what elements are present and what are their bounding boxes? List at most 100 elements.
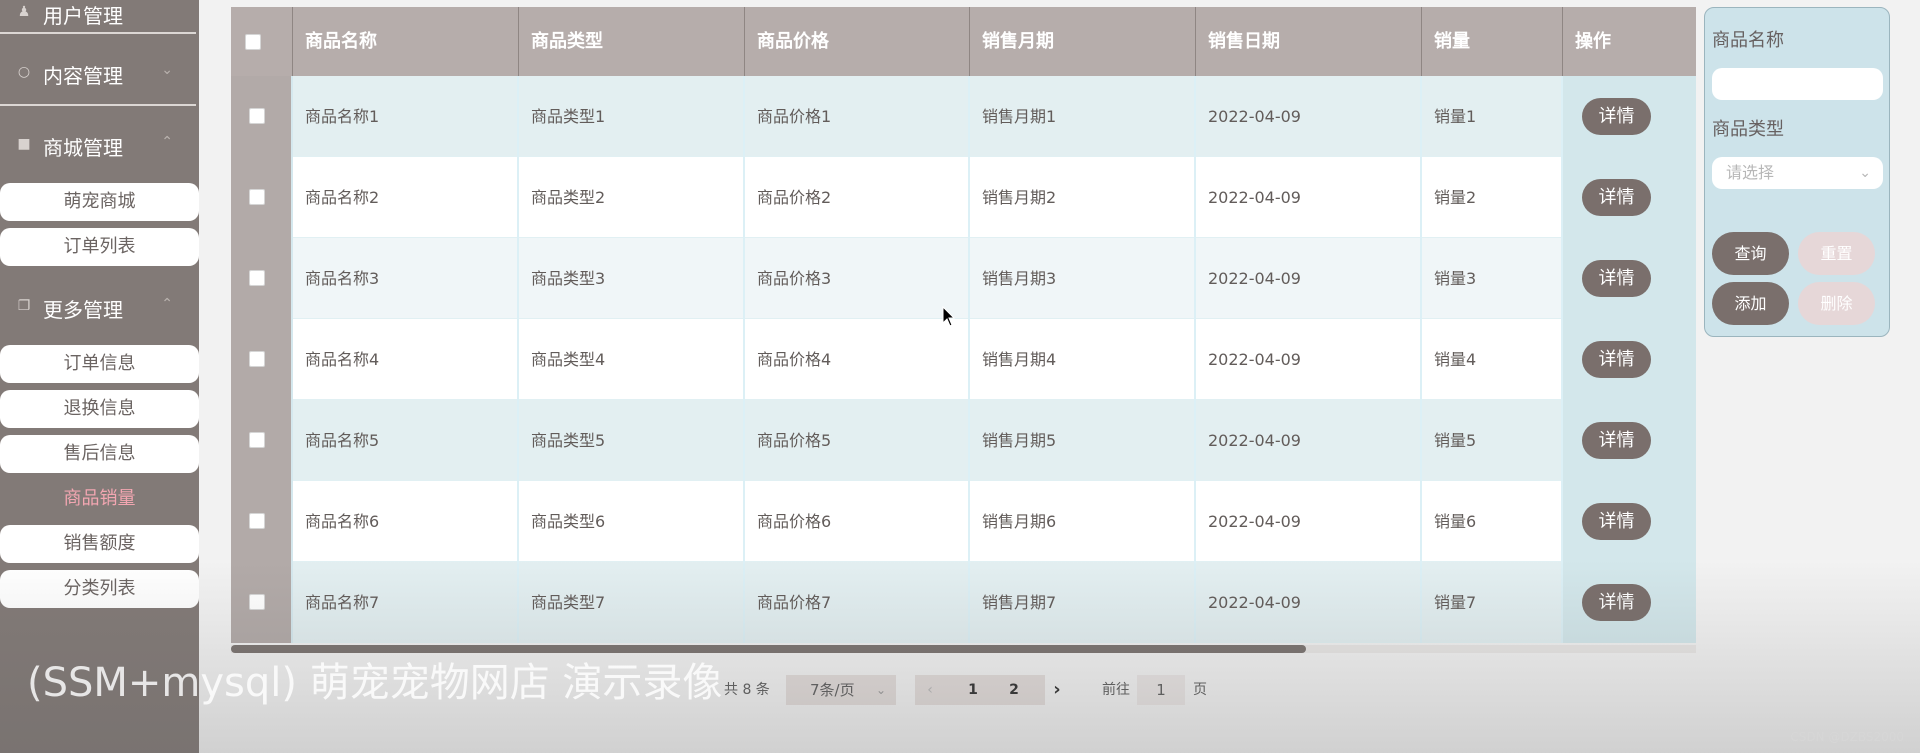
menu-group-label: 商城管理 [43,136,123,160]
column-header-sales[interactable]: 销量 [1422,7,1563,76]
table-row[interactable]: 商品名称3 商品类型3 商品价格3 销售月期3 2022-04-09 销量3 详情 [231,238,1696,319]
goto-page-input[interactable]: 1 [1137,675,1185,705]
cell-name: 商品名称1 [293,76,519,157]
column-header-date[interactable]: 销售日期 [1196,7,1422,76]
cell-action: 详情 [1563,76,1696,157]
cell-month: 销售月期7 [970,562,1196,643]
cell-type: 商品类型1 [519,76,745,157]
cell-date: 2022-04-09 [1196,319,1422,400]
page-size-select[interactable]: 7条/页 ⌄ [786,675,896,705]
row-checkbox[interactable] [249,270,265,286]
data-table: 商品名称 商品类型 商品价格 销售月期 销售日期 销量 操作 商品名称1 商品类型… [231,7,1696,645]
row-checkbox[interactable] [249,513,265,529]
csdn-watermark: CSDN @DZBS2000 [1790,730,1904,744]
cell-name: 商品名称7 [293,562,519,643]
cell-sales: 销量7 [1422,562,1563,643]
table-row[interactable]: 商品名称5 商品类型5 商品价格5 销售月期5 2022-04-09 销量5 详情 [231,400,1696,481]
column-header-action: 操作 [1575,31,1611,52]
delete-button[interactable]: 删除 [1798,282,1875,325]
sidebar-item-order-info[interactable]: 订单信息 [0,345,199,383]
reset-button[interactable]: 重置 [1798,232,1875,275]
product-name-input[interactable] [1712,68,1883,100]
copy-icon: ❐ [17,298,31,314]
cell-action: 详情 [1563,562,1696,643]
sidebar-item-category-list[interactable]: 分类列表 [0,570,199,608]
menu-group-label: 更多管理 [43,298,123,322]
cell-date: 2022-04-09 [1196,481,1422,562]
detail-button[interactable]: 详情 [1582,422,1651,459]
row-select-cell [231,157,293,238]
search-panel: 商品名称 商品类型 请选择 ⌄ 查询 重置 添加 删除 [1704,7,1890,337]
goto-suffix: 页 [1193,682,1207,698]
row-checkbox[interactable] [249,351,265,367]
query-button[interactable]: 查询 [1712,232,1789,275]
product-type-select[interactable]: 请选择 ⌄ [1712,157,1883,189]
column-header-type[interactable]: 商品类型 [519,7,745,76]
sidebar-item-aftersale-info[interactable]: 售后信息 [0,435,199,473]
cell-sales: 销量2 [1422,157,1563,238]
table-row[interactable]: 商品名称6 商品类型6 商品价格6 销售月期6 2022-04-09 销量6 详情 [231,481,1696,562]
cell-month: 销售月期3 [970,238,1196,319]
select-all-checkbox[interactable] [245,34,261,50]
cell-price: 商品价格7 [745,562,970,643]
detail-button[interactable]: 详情 [1582,260,1651,297]
table-row[interactable]: 商品名称7 商品类型7 商品价格7 销售月期7 2022-04-09 销量7 详情 [231,562,1696,643]
cell-price: 商品价格4 [745,319,970,400]
user-icon: ♟ [17,4,31,20]
cell-date: 2022-04-09 [1196,562,1422,643]
menu-group-shop[interactable]: ■ 商城管理 ⌃ [0,110,199,180]
cell-price: 商品价格2 [745,157,970,238]
row-checkbox[interactable] [249,189,265,205]
cell-action: 详情 [1563,481,1696,562]
detail-button[interactable]: 详情 [1582,584,1651,621]
detail-button[interactable]: 详情 [1582,179,1651,216]
row-checkbox[interactable] [249,108,265,124]
cell-type: 商品类型3 [519,238,745,319]
menu-divider [0,32,196,34]
menu-group-content[interactable]: ○ 内容管理 ⌄ [0,38,199,108]
table-row[interactable]: 商品名称2 商品类型2 商品价格2 销售月期2 2022-04-09 销量2 详情 [231,157,1696,238]
cell-action: 详情 [1563,157,1696,238]
row-select-cell [231,238,293,319]
row-checkbox[interactable] [249,594,265,610]
row-checkbox[interactable] [249,432,265,448]
page-1-button[interactable]: 1 [954,675,992,705]
row-select-cell [231,481,293,562]
sidebar-item-product-sales[interactable]: 商品销量 [0,480,199,518]
column-header-name[interactable]: 商品名称 [293,7,519,76]
chevron-down-icon: ⌄ [875,683,886,697]
goto-label: 前往 [1102,682,1130,698]
sidebar: ♟ 用户管理 ○ 内容管理 ⌄ ■ 商城管理 ⌃ 萌宠商城 订单列表 ❐ 更多管… [0,0,199,753]
table-row[interactable]: 商品名称4 商品类型4 商品价格4 销售月期4 2022-04-09 销量4 详情 [231,319,1696,400]
row-select-cell [231,319,293,400]
select-all-header [231,7,293,76]
sidebar-item-return-info[interactable]: 退换信息 [0,390,199,428]
cell-action: 详情 [1563,319,1696,400]
menu-group-label: 内容管理 [43,64,123,88]
menu-group-more[interactable]: ❐ 更多管理 ⌃ [0,272,199,342]
sidebar-item-sales-amount[interactable]: 销售额度 [0,525,199,563]
cell-month: 销售月期4 [970,319,1196,400]
column-header-price[interactable]: 商品价格 [745,7,970,76]
add-button[interactable]: 添加 [1712,282,1789,325]
chevron-left-icon[interactable]: ‹ [911,675,949,705]
cell-price: 商品价格3 [745,238,970,319]
table-header: 商品名称 商品类型 商品价格 销售月期 销售日期 销量 操作 [231,7,1696,76]
video-watermark: (SSM+mysql) 萌宠宠物网店 演示录像 [27,660,723,706]
detail-button[interactable]: 详情 [1582,503,1651,540]
cell-month: 销售月期6 [970,481,1196,562]
page-2-button[interactable]: 2 [995,675,1033,705]
chevron-down-icon: ⌄ [1859,165,1871,181]
cell-date: 2022-04-09 [1196,400,1422,481]
sidebar-item-pet-shop[interactable]: 萌宠商城 [0,183,199,221]
detail-button[interactable]: 详情 [1582,341,1651,378]
column-header-month[interactable]: 销售月期 [970,7,1196,76]
page-size-value: 7条/页 [810,681,855,699]
product-name-label: 商品名称 [1712,30,1784,51]
chevron-right-icon[interactable]: › [1038,675,1076,705]
sidebar-item-order-list[interactable]: 订单列表 [0,228,199,266]
table-row[interactable]: 商品名称1 商品类型1 商品价格1 销售月期1 2022-04-09 销量1 详情 [231,76,1696,157]
detail-button[interactable]: 详情 [1582,98,1651,135]
cell-name: 商品名称5 [293,400,519,481]
cell-date: 2022-04-09 [1196,238,1422,319]
